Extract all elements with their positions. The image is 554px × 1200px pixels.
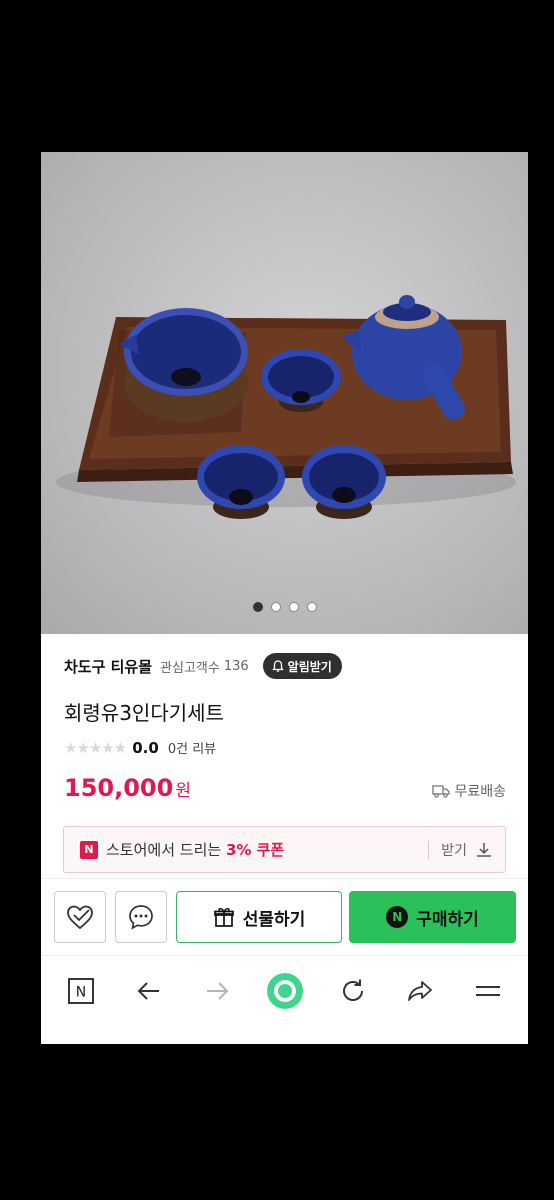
price-value: 150,000: [64, 774, 174, 802]
shipping-label: 무료배송: [454, 784, 506, 800]
gift-icon: [213, 907, 234, 927]
arrow-left-icon: [137, 982, 159, 1000]
truck-icon: [432, 785, 451, 798]
back-button[interactable]: [132, 974, 166, 1008]
refresh-button[interactable]: [336, 974, 370, 1008]
coupon-get-label: 받기: [441, 842, 467, 859]
alarm-button[interactable]: 알림받기: [262, 653, 342, 679]
forward-button[interactable]: [200, 974, 234, 1008]
arrow-right-icon: [207, 982, 229, 1000]
share-button[interactable]: [403, 974, 437, 1008]
naver-n-badge: N: [80, 840, 98, 859]
store-name[interactable]: 차도구 티유몰: [64, 656, 152, 677]
naver-n-icon: N: [386, 906, 409, 928]
rating-row[interactable]: ★★★★★ 0.0 0건 리뷰: [64, 738, 216, 758]
price-currency: 원: [175, 781, 191, 801]
wishlist-button[interactable]: [54, 891, 106, 943]
pagination-dot[interactable]: [252, 602, 263, 612]
followers-count: 136: [223, 658, 249, 674]
gift-button[interactable]: 선물하기: [176, 891, 342, 943]
heart-check-icon: [67, 905, 93, 930]
naver-home-button[interactable]: N: [64, 974, 98, 1008]
refresh-icon: [343, 979, 363, 1001]
purchase-action-bar: 선물하기 N 구매하기: [41, 878, 528, 955]
buy-button-label: 구매하기: [416, 909, 479, 930]
shipping-info: 무료배송: [432, 781, 506, 801]
store-info: 차도구 티유몰 관심고객수 136 알림받기: [64, 650, 504, 682]
followers-label: 관심고객수: [160, 660, 220, 676]
buy-button[interactable]: N 구매하기: [349, 891, 516, 943]
gift-button-label: 선물하기: [242, 909, 306, 930]
talk-button[interactable]: [115, 891, 167, 943]
coupon-get-button[interactable]: 받기: [441, 840, 493, 860]
green-dot-button[interactable]: [266, 972, 304, 1010]
tea-set-photo: [56, 295, 516, 519]
review-count[interactable]: 0건 리뷰: [168, 738, 216, 757]
browser-navigation-bar: N: [41, 955, 528, 1026]
menu-button[interactable]: [471, 974, 505, 1008]
product-image[interactable]: [41, 152, 528, 634]
bell-plus-icon: [271, 660, 284, 672]
price: 150,000 원: [64, 774, 191, 802]
coupon-percent: 3% 쿠폰: [225, 841, 285, 859]
alarm-button-label: 알림받기: [287, 659, 332, 674]
share-arrow-icon: [408, 981, 432, 1001]
rating-stars: ★★★★★: [64, 738, 127, 757]
rating-value: 0.0: [132, 738, 159, 757]
divider: [428, 840, 430, 859]
chat-bubble-icon: [129, 905, 153, 930]
hamburger-menu-icon: [476, 986, 500, 996]
coupon-banner[interactable]: N 스토어에서 드리는 3% 쿠폰 받기: [63, 826, 506, 873]
product-title: 회령유3인다기세트: [64, 701, 224, 725]
app-screen: 차도구 티유몰 관심고객수 136 알림받기 회령유3인다기세트 ★★★★★ 0…: [41, 152, 528, 1044]
svg-text:N: N: [76, 985, 86, 1001]
image-pagination[interactable]: [41, 602, 528, 612]
green-dot-icon: [267, 973, 303, 1009]
pagination-dot[interactable]: [288, 602, 299, 612]
naver-home-icon: N: [68, 978, 94, 1004]
pagination-dot[interactable]: [270, 602, 281, 612]
pagination-dot[interactable]: [306, 602, 317, 612]
download-icon: [477, 842, 491, 857]
coupon-text: 스토어에서 드리는 3% 쿠폰: [106, 841, 285, 859]
